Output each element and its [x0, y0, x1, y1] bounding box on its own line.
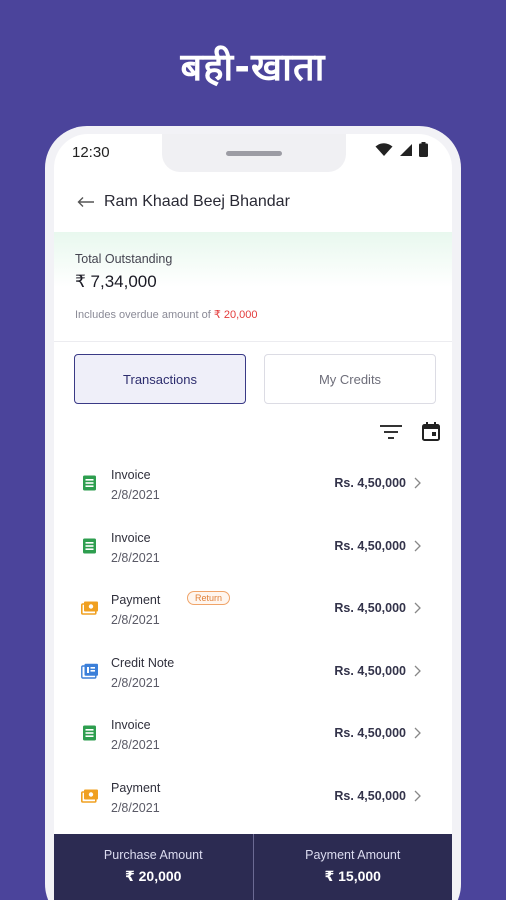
overdue-amount: ₹ 20,000 — [213, 309, 258, 321]
chevron-right-icon — [414, 540, 421, 551]
outstanding-card: Total Outstanding ₹ 7,34,000 Includes ov… — [54, 232, 452, 342]
cellular-signal-icon — [400, 143, 412, 156]
wifi-icon — [375, 142, 393, 156]
chevron-right-icon — [414, 727, 421, 739]
tab-transactions[interactable]: Transactions — [74, 354, 246, 404]
transaction-type: Invoice — [111, 468, 151, 482]
arrow-left-icon — [77, 197, 94, 207]
transaction-type: Credit Note — [111, 655, 175, 670]
invoice-icon — [83, 725, 96, 741]
tab-my-credits[interactable]: My Credits — [264, 354, 436, 404]
purchase-amount-label: Purchase Amount — [103, 848, 203, 862]
transaction-row[interactable]: Invoice 2/8/2021 Rs. 4,50,000 — [54, 702, 452, 765]
payment-icon — [81, 601, 98, 615]
return-badge: Return — [187, 591, 231, 605]
transaction-row[interactable]: Payment Return 2/8/2021 Rs. 4,50,000 — [54, 577, 452, 640]
chevron-right-icon — [414, 477, 421, 489]
overdue-note: Includes overdue amount of ₹ 20,000 — [75, 308, 258, 321]
chevron-right-icon — [414, 665, 421, 676]
banner-title: बही-खाता — [180, 45, 326, 89]
speaker-grille — [226, 151, 282, 156]
payment-icon — [81, 789, 98, 803]
status-time: 12:30 — [72, 144, 110, 161]
purchase-summary: Purchase Amount ₹ 20,000 — [54, 834, 253, 900]
tab-bar: Transactions My Credits — [74, 354, 436, 404]
transaction-amount: Rs. 4,50,000 — [334, 476, 406, 490]
transaction-amount: Rs. 4,50,000 — [334, 663, 406, 678]
transaction-type: Invoice — [111, 718, 151, 732]
transaction-date: 2/8/2021 — [111, 738, 160, 752]
purchase-amount-value: ₹ 20,000 — [125, 868, 182, 884]
overdue-prefix: Includes overdue amount of — [75, 309, 211, 321]
outstanding-amount: ₹ 7,34,000 — [75, 272, 157, 291]
list-tools — [380, 422, 440, 441]
back-button[interactable] — [66, 182, 106, 222]
invoice-icon — [83, 538, 96, 553]
app-bar: Ram Khaad Beej Bhandar — [54, 182, 452, 222]
payment-amount-label: Payment Amount — [305, 848, 401, 862]
transaction-list: Invoice 2/8/2021 Rs. 4,50,000 Invoice 2/… — [54, 452, 452, 827]
transaction-amount: Rs. 4,50,000 — [334, 601, 406, 615]
transaction-row[interactable]: Credit Note 2/8/2021 Rs. 4,50,000 — [54, 640, 452, 703]
transaction-amount: Rs. 4,50,000 — [334, 726, 406, 740]
transaction-row[interactable]: Invoice 2/8/2021 Rs. 4,50,000 — [54, 515, 452, 578]
transaction-date: 2/8/2021 — [111, 550, 160, 565]
transaction-amount: Rs. 4,50,000 — [334, 788, 406, 803]
calendar-icon[interactable] — [422, 422, 440, 441]
transaction-type: Payment — [111, 593, 161, 607]
outstanding-label: Total Outstanding — [75, 252, 173, 266]
phone-notch — [162, 134, 346, 172]
transaction-amount: Rs. 4,50,000 — [334, 538, 406, 553]
invoice-icon — [83, 475, 96, 491]
chevron-right-icon — [414, 790, 421, 801]
transaction-row[interactable]: Invoice 2/8/2021 Rs. 4,50,000 — [54, 452, 452, 515]
status-icons — [375, 142, 428, 157]
transaction-date: 2/8/2021 — [111, 675, 160, 690]
app-screen: 12:30 Ram Khaad Beej Bhandar Total Outst… — [54, 134, 452, 900]
transaction-date: 2/8/2021 — [111, 613, 160, 627]
transaction-row[interactable]: Payment 2/8/2021 Rs. 4,50,000 — [54, 765, 452, 828]
summary-bar: Purchase Amount ₹ 20,000 Payment Amount … — [54, 834, 452, 900]
transaction-type: Invoice — [111, 530, 151, 545]
credit-note-icon — [81, 663, 98, 679]
transaction-date: 2/8/2021 — [111, 488, 160, 502]
page-title: Ram Khaad Beej Bhandar — [104, 193, 290, 210]
transaction-date: 2/8/2021 — [111, 800, 160, 815]
transaction-type: Payment — [111, 780, 161, 795]
payment-summary: Payment Amount ₹ 15,000 — [252, 834, 453, 900]
battery-icon — [419, 142, 428, 157]
chevron-right-icon — [414, 602, 421, 614]
filter-icon[interactable] — [380, 424, 402, 440]
payment-amount-value: ₹ 15,000 — [324, 868, 381, 884]
